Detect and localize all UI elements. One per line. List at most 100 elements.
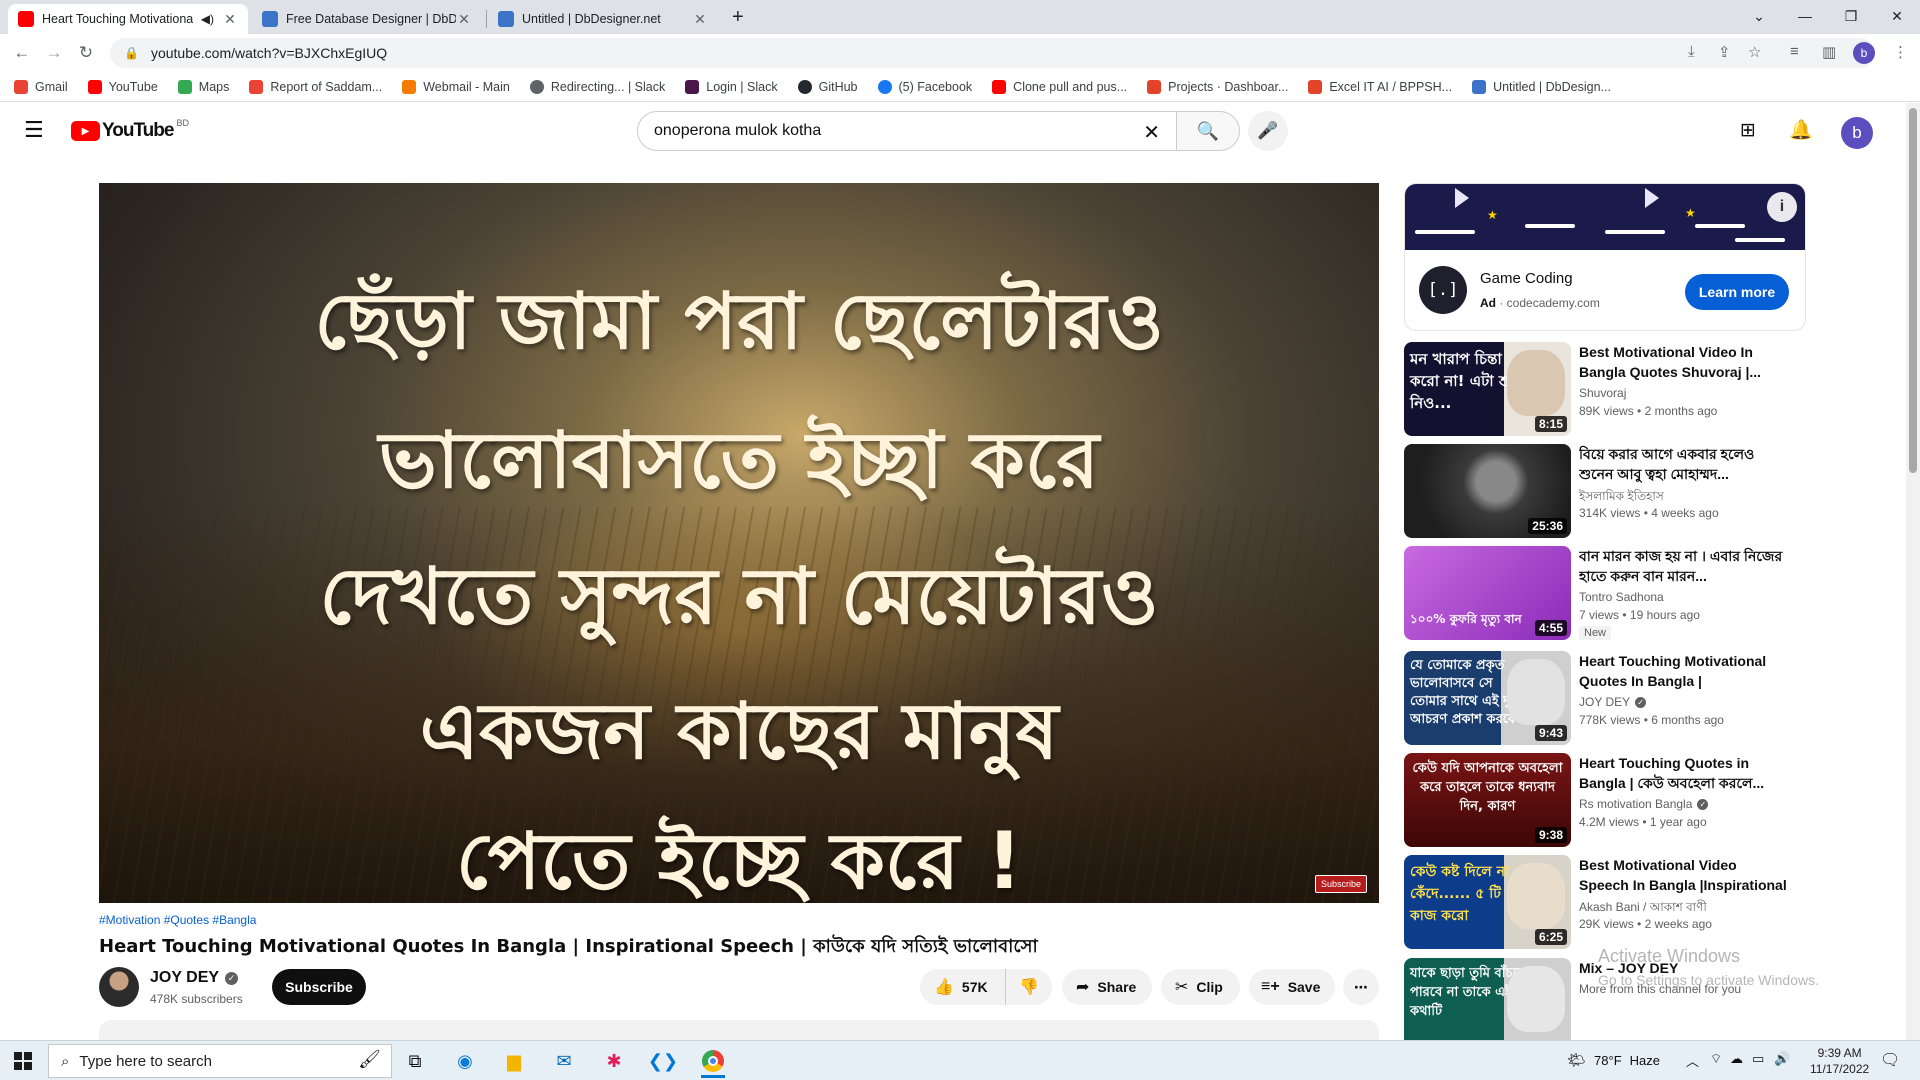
- restore-icon[interactable]: ❐: [1828, 0, 1874, 32]
- channel-name[interactable]: Shuvoraj: [1579, 386, 1626, 400]
- voice-search-button[interactable]: 🎤: [1248, 111, 1288, 151]
- more-actions-button[interactable]: ⋯: [1343, 969, 1379, 1005]
- tab-dbdesigner[interactable]: Free Database Designer | DbDesi ✕: [252, 4, 482, 34]
- scrollbar-thumb[interactable]: [1909, 108, 1917, 473]
- recommended-video[interactable]: মন খারাপ চিন্তা করো না! এটা শুনে নিও... …: [1404, 342, 1904, 436]
- bookmark-gmail[interactable]: Gmail: [14, 79, 68, 94]
- bookmark-facebook[interactable]: (5) Facebook: [877, 79, 972, 94]
- recommended-video[interactable]: 25:36 বিয়ে করার আগে একবার হলেও শুনেন আব…: [1404, 444, 1904, 538]
- back-icon[interactable]: ←: [8, 39, 36, 67]
- bookmark-untitled-dbdesign[interactable]: Untitled | DbDesign...: [1472, 79, 1611, 94]
- account-avatar[interactable]: b: [1841, 117, 1873, 149]
- install-app-icon[interactable]: ⤓: [1688, 43, 1695, 60]
- tab-untitled-dbdesigner[interactable]: Untitled | DbDesigner.net ✕: [488, 4, 718, 34]
- show-hidden-icons-chevron-icon[interactable]: ︿: [1686, 1051, 1699, 1070]
- weather-widget[interactable]: 🌤 78°F Haze: [1567, 1051, 1660, 1069]
- like-button[interactable]: 👍 57K: [920, 969, 1006, 1005]
- video-title[interactable]: বিয়ে করার আগে একবার হলেও শুনেন আবু ত্বহ…: [1579, 444, 1789, 484]
- video-title[interactable]: Best Motivational Video In Bangla Quotes…: [1579, 342, 1789, 382]
- wifi-icon[interactable]: ⌔: [1710, 1051, 1722, 1067]
- bookmark-maps[interactable]: Maps: [177, 79, 229, 94]
- video-title[interactable]: বান মারন কাজ হয় না । এবার নিজের হাতে কর…: [1579, 546, 1789, 586]
- page-scrollbar[interactable]: [1906, 103, 1920, 1040]
- reload-icon[interactable]: ↻: [72, 39, 100, 67]
- recommended-video[interactable]: কেউ যদি আপনাকে অবহেলা করে তাহলে তাকে ধন্…: [1404, 753, 1904, 847]
- taskbar-search-input[interactable]: ⌕ Type here to search 🖌: [48, 1044, 392, 1078]
- ad-info-icon[interactable]: i: [1767, 192, 1797, 222]
- recommended-video[interactable]: ১০০% কুফরি মৃত্যু বান 4:55 বান মারন কাজ …: [1404, 546, 1904, 640]
- bookmark-webmail[interactable]: Webmail - Main: [402, 79, 510, 94]
- forward-icon[interactable]: →: [40, 39, 68, 67]
- media-control-icon[interactable]: ≡: [1790, 43, 1799, 60]
- channel-name[interactable]: Tontro Sadhona: [1579, 590, 1664, 604]
- address-bar[interactable]: 🔒 youtube.com/watch?v=BJXChxEgIUQ: [110, 38, 1875, 68]
- channel-name[interactable]: JOY DEY: [150, 969, 219, 987]
- video-thumbnail[interactable]: মন খারাপ চিন্তা করো না! এটা শুনে নিও... …: [1404, 342, 1571, 436]
- video-title[interactable]: Heart Touching Motivational Quotes In Ba…: [1579, 651, 1789, 691]
- clip-button[interactable]: ✂ Clip: [1161, 969, 1240, 1005]
- channel-name[interactable]: ইসলামিক ইতিহাস: [1579, 488, 1664, 508]
- ad-card[interactable]: ★ ★ i [.] Game Coding Ad · codecademy.co…: [1404, 183, 1806, 331]
- mix-thumbnail[interactable]: যাকে ছাড়া তুমি বাঁচতে পারবে না তাকে এই …: [1404, 958, 1571, 1040]
- create-video-icon[interactable]: ⊞: [1740, 119, 1756, 142]
- subscribe-button[interactable]: Subscribe: [272, 969, 366, 1005]
- recommended-video[interactable]: যে তোমাকে প্রকৃত ভালোবাসবে সে তোমার সাথে…: [1404, 651, 1904, 745]
- volume-icon[interactable]: 🔊: [1774, 1051, 1790, 1067]
- bookmark-excel-it[interactable]: Excel IT AI / BPPSH...: [1308, 79, 1452, 94]
- video-thumbnail[interactable]: ১০০% কুফরি মৃত্যু বান 4:55: [1404, 546, 1571, 640]
- onedrive-icon[interactable]: ☁: [1730, 1051, 1743, 1067]
- learn-more-button[interactable]: Learn more: [1685, 274, 1789, 310]
- speaker-icon[interactable]: ◀): [201, 12, 214, 26]
- tab-close-icon[interactable]: ✕: [456, 11, 472, 28]
- minimize-icon[interactable]: —: [1782, 0, 1828, 32]
- channel-name[interactable]: Akash Bani / আকাশ বাণী: [1579, 899, 1707, 919]
- file-explorer-icon[interactable]: ▆: [494, 1044, 534, 1078]
- notification-center-icon[interactable]: 🗨: [1880, 1050, 1900, 1070]
- clear-search-icon[interactable]: ✕: [1143, 120, 1160, 145]
- bookmark-redirecting-slack[interactable]: Redirecting... | Slack: [529, 79, 665, 94]
- chrome-icon[interactable]: [693, 1044, 733, 1078]
- channel-avatar[interactable]: [99, 967, 139, 1007]
- system-clock[interactable]: 9:39 AM 11/17/2022: [1810, 1045, 1869, 1077]
- profile-avatar[interactable]: b: [1853, 42, 1875, 64]
- side-panel-icon[interactable]: ▥: [1822, 43, 1836, 61]
- youtube-logo[interactable]: ▶ YouTube BD: [71, 118, 189, 142]
- hamburger-menu-icon[interactable]: ☰: [24, 117, 44, 143]
- video-thumbnail[interactable]: কেউ কষ্ট দিলে না কেঁদে...... ৫ টি কাজ কর…: [1404, 855, 1571, 949]
- ad-title[interactable]: Game Coding: [1480, 270, 1573, 287]
- video-thumbnail[interactable]: যে তোমাকে প্রকৃত ভালোবাসবে সে তোমার সাথে…: [1404, 651, 1571, 745]
- bookmark-clone-pull[interactable]: Clone pull and pus...: [992, 79, 1127, 94]
- tab-search-chevron-icon[interactable]: ⌄: [1736, 0, 1782, 32]
- chrome-menu-icon[interactable]: ⋮: [1893, 43, 1908, 61]
- tab-close-icon[interactable]: ✕: [222, 11, 238, 28]
- subscribe-watermark-button[interactable]: Subscribe: [1314, 875, 1367, 893]
- bookmark-youtube[interactable]: YouTube: [87, 79, 158, 94]
- slack-icon[interactable]: ✱: [594, 1044, 634, 1078]
- bookmark-github[interactable]: GitHub: [797, 79, 858, 94]
- windows-start-icon[interactable]: [8, 1049, 38, 1073]
- save-button[interactable]: ≡+ Save: [1249, 969, 1335, 1005]
- tab-close-icon[interactable]: ✕: [692, 11, 708, 28]
- video-title[interactable]: Heart Touching Quotes in Bangla | কেউ অব…: [1579, 753, 1789, 793]
- vscode-icon[interactable]: ❮❯: [643, 1044, 683, 1078]
- tab-youtube[interactable]: Heart Touching Motivational ◀) ✕: [8, 4, 248, 34]
- video-thumbnail[interactable]: 25:36: [1404, 444, 1571, 538]
- dislike-button[interactable]: 👎: [1006, 969, 1052, 1005]
- description-box[interactable]: [99, 1020, 1379, 1040]
- video-thumbnail[interactable]: কেউ যদি আপনাকে অবহেলা করে তাহলে তাকে ধন্…: [1404, 753, 1571, 847]
- bookmark-login-slack[interactable]: Login | Slack: [685, 79, 778, 94]
- mail-icon[interactable]: ✉: [544, 1044, 584, 1078]
- task-view-icon[interactable]: ⧉: [395, 1044, 435, 1078]
- new-tab-icon[interactable]: +: [732, 6, 744, 29]
- recommended-mix[interactable]: যাকে ছাড়া তুমি বাঁচতে পারবে না তাকে এই …: [1404, 958, 1904, 1040]
- edge-icon[interactable]: ◉: [445, 1044, 485, 1078]
- video-player[interactable]: ছেঁড়া জামা পরা ছেলেটারও ভালোবাসতে ইচ্ছা…: [99, 183, 1379, 903]
- channel-name[interactable]: Rs motivation Bangla ✓: [1579, 797, 1709, 811]
- video-hashtags[interactable]: #Motivation #Quotes #Bangla: [99, 913, 256, 927]
- channel-name-row[interactable]: JOY DEY ✓: [150, 969, 239, 987]
- share-page-icon[interactable]: ⇪: [1718, 43, 1731, 61]
- bookmark-star-icon[interactable]: ☆: [1748, 43, 1761, 61]
- search-input[interactable]: onoperona mulok kotha ✕: [637, 111, 1177, 151]
- search-button[interactable]: 🔍: [1176, 111, 1240, 151]
- share-button[interactable]: ➦ Share: [1062, 969, 1152, 1005]
